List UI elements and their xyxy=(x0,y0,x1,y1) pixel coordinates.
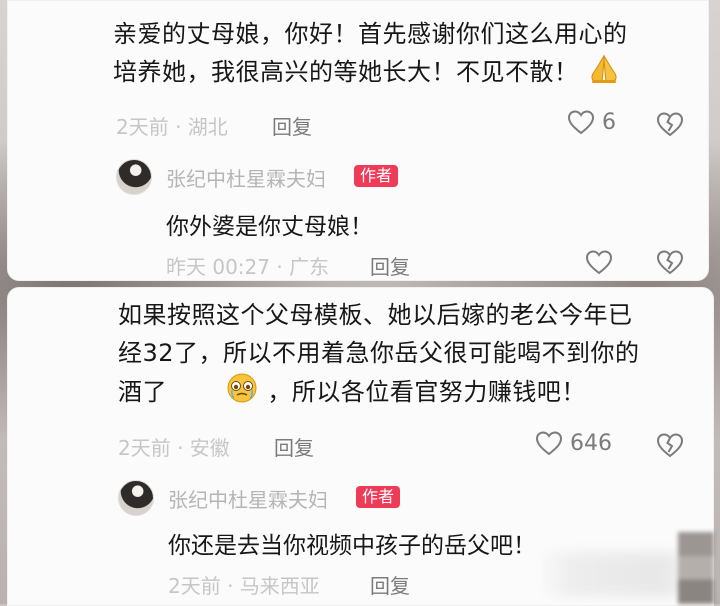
like-count: 6 xyxy=(602,109,616,135)
pray-emoji-icon xyxy=(587,54,621,95)
reply-button[interactable]: 回复 xyxy=(370,251,410,280)
author-badge: 作者 xyxy=(354,165,399,187)
author-name[interactable]: 张纪中杜星霖夫妇 xyxy=(166,163,326,192)
comment-text-line: 酒了 ，所以各位看官努力赚钱吧！ xyxy=(118,372,640,415)
reply-time-location: 昨天 00:27 · 广东 xyxy=(166,255,330,279)
like-button[interactable]: 646 xyxy=(534,428,612,458)
comment-text-line: 经32了，所以不用着急你岳父很可能喝不到你的 xyxy=(118,339,640,367)
comment-time-location: 2天前 · 安徽 xyxy=(118,436,230,460)
comment-text: 亲爱的丈母娘，你好！首先感谢你们这么用心的 培养她，我很高兴的等她长大！不见不散… xyxy=(113,15,628,95)
comment-text-line: 培养她，我很高兴的等她长大！不见不散！ xyxy=(113,53,628,95)
crying-face-emoji-icon xyxy=(225,372,259,415)
author-reply-text: 你外婆是你丈母娘！ xyxy=(166,214,373,240)
heart-icon xyxy=(567,110,595,135)
comment-text-line: 亲爱的丈母娘，你好！首先感谢你们这么用心的 xyxy=(113,20,628,48)
dislike-icon[interactable] xyxy=(655,430,685,460)
author-badge: 作者 xyxy=(356,486,401,508)
heart-icon xyxy=(535,431,563,456)
reply-button[interactable]: 回复 xyxy=(274,432,314,461)
dislike-icon[interactable] xyxy=(655,247,685,277)
background-edge xyxy=(678,532,714,604)
comment-time-location: 2天前 · 湖北 xyxy=(116,115,228,139)
comment-card: 亲爱的丈母娘，你好！首先感谢你们这么用心的 培养她，我很高兴的等她长大！不见不散… xyxy=(7,0,709,281)
reply-button[interactable]: 回复 xyxy=(272,111,312,140)
comment-text-line: 如果按照这个父母模板、她以后嫁的老公今年已 xyxy=(118,301,633,329)
author-name[interactable]: 张纪中杜星霖夫妇 xyxy=(168,484,328,513)
author-reply-text: 你还是去当你视频中孩子的岳父吧！ xyxy=(168,533,536,559)
dislike-icon[interactable] xyxy=(655,109,685,139)
heart-icon[interactable] xyxy=(584,247,614,277)
like-button[interactable]: 6 xyxy=(566,107,616,137)
reply-button[interactable]: 回复 xyxy=(370,570,410,599)
reply-time-location: 2天前 · 马来西亚 xyxy=(168,574,320,598)
author-avatar[interactable] xyxy=(116,159,152,195)
comment-text: 如果按照这个父母模板、她以后嫁的老公今年已 经32了，所以不用着急你岳父很可能喝… xyxy=(118,296,640,415)
author-avatar[interactable] xyxy=(118,480,154,516)
like-count: 646 xyxy=(570,430,612,456)
